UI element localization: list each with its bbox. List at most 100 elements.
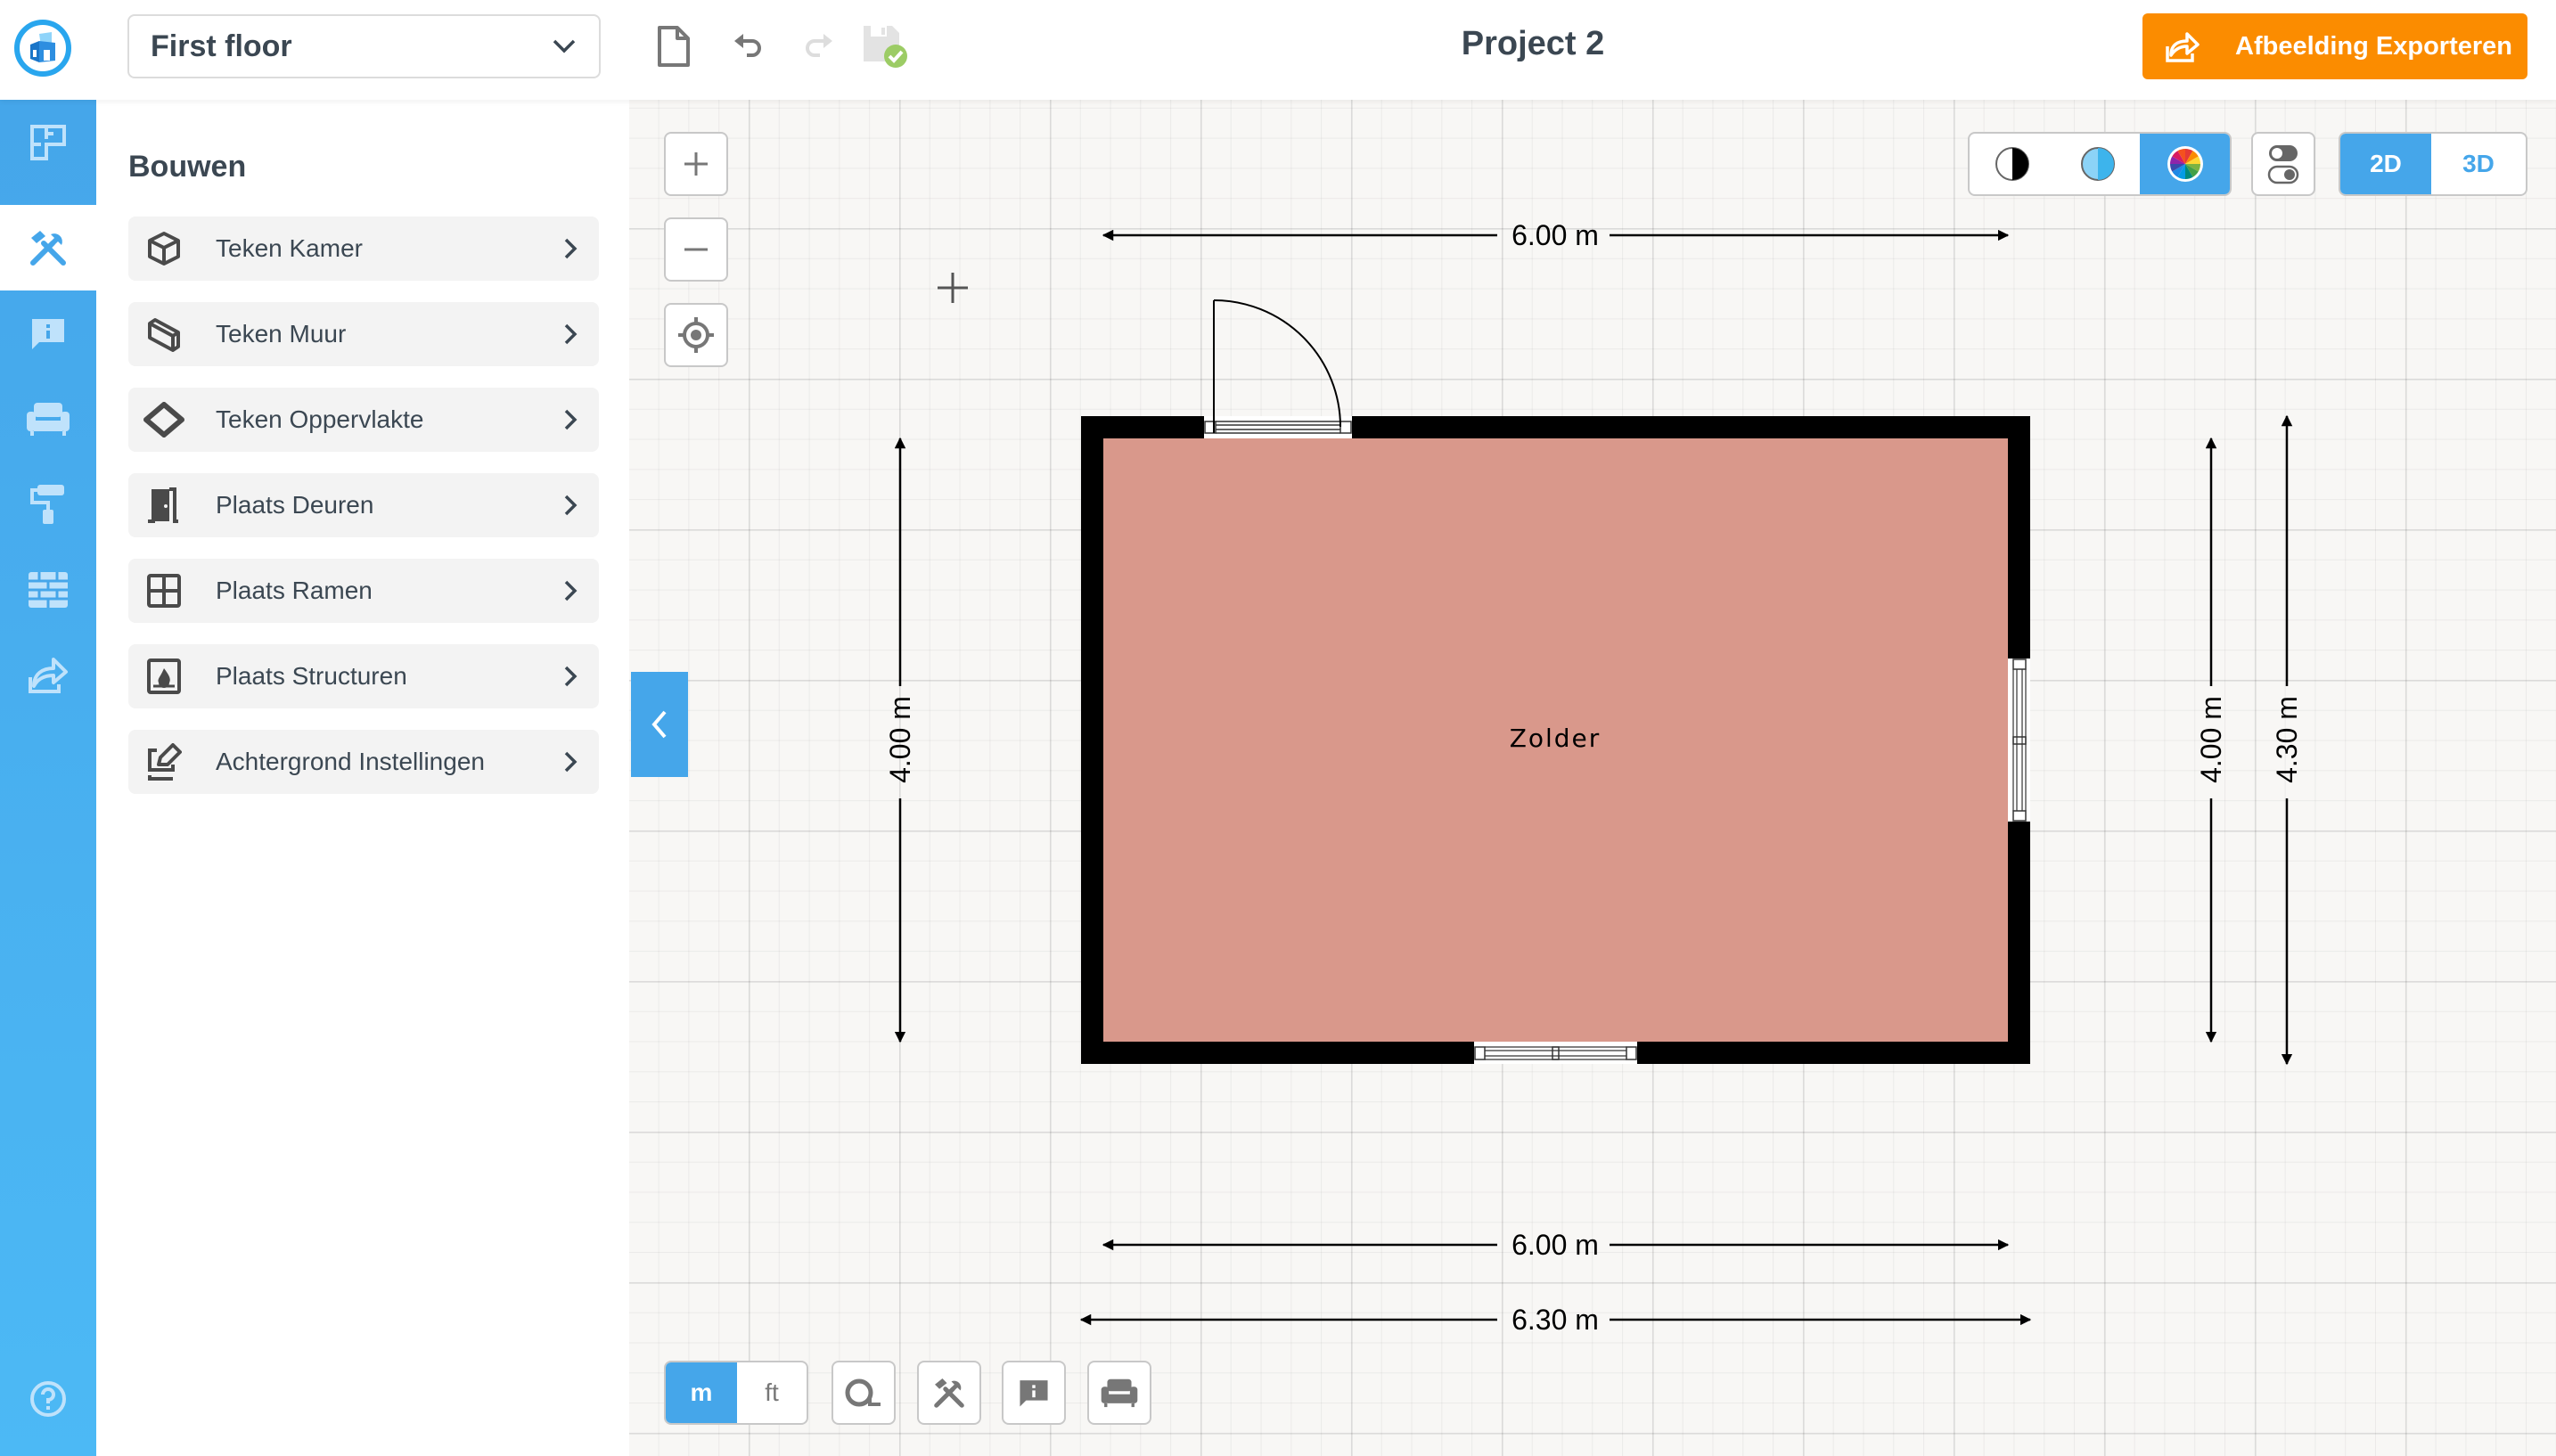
view-mode-2d-label: 2D — [2370, 150, 2402, 177]
chevron-right-icon — [563, 579, 578, 602]
zoom-in-button[interactable] — [664, 132, 728, 196]
view-mode-toggle: 2D 3D — [2339, 132, 2527, 196]
dimension-bottom-outer-label: 6.30 m — [1511, 1304, 1599, 1336]
menu-item-draw-room[interactable]: Teken Kamer — [128, 217, 599, 281]
chevron-right-icon — [563, 750, 578, 773]
view-mode-3d-label: 3D — [2462, 150, 2495, 177]
share-icon — [29, 658, 68, 693]
chevron-right-icon — [563, 665, 578, 688]
floorplan-drawing: Zolder 6.00 m 6.00 m 6.30 m 4.00 m 4.00 … — [884, 219, 2303, 1336]
color-mode-blue[interactable] — [2055, 134, 2141, 194]
collapse-panel-button[interactable] — [631, 672, 688, 777]
unit-meters[interactable]: m — [666, 1362, 737, 1423]
menu-item-label: Plaats Structuren — [216, 662, 407, 690]
chevron-right-icon — [563, 408, 578, 431]
window-right[interactable] — [2008, 658, 2030, 822]
menu-item-place-doors[interactable]: Plaats Deuren — [128, 473, 599, 537]
help-icon — [30, 1381, 66, 1417]
chevron-right-icon — [563, 494, 578, 517]
help-button[interactable] — [0, 1356, 96, 1442]
tools-icon — [934, 1378, 964, 1408]
new-file-button[interactable] — [649, 21, 699, 71]
unit-meters-label: m — [690, 1378, 713, 1406]
zoom-out-button[interactable] — [664, 217, 728, 282]
rail-item-floorplan[interactable] — [0, 100, 96, 185]
unit-feet[interactable]: ft — [737, 1362, 807, 1423]
dimension-top: 6.00 m — [1102, 219, 2010, 251]
info-bubble-icon — [1020, 1380, 1048, 1407]
rail-item-furniture[interactable] — [0, 376, 96, 462]
view-mode-3d[interactable]: 3D — [2431, 134, 2526, 194]
tape-measure-icon — [845, 1378, 881, 1407]
redo-icon — [806, 34, 832, 57]
layer-toggle-button[interactable] — [2251, 132, 2315, 196]
unit-feet-label: ft — [765, 1378, 779, 1406]
menu-item-label: Teken Oppervlakte — [216, 405, 424, 433]
center-view-button[interactable] — [664, 303, 728, 367]
menu-item-label: Teken Kamer — [216, 234, 363, 262]
export-image-button[interactable]: Afbeelding Exporteren — [2142, 13, 2527, 79]
view-mode-2d[interactable]: 2D — [2340, 134, 2431, 194]
dimension-left: 4.00 m — [884, 437, 916, 1043]
sofa-icon — [27, 403, 70, 436]
unit-toggle: m ft — [664, 1361, 808, 1425]
color-mode-color[interactable] — [2140, 134, 2230, 194]
plus-icon — [684, 152, 708, 176]
app-logo[interactable] — [14, 20, 71, 77]
menu-item-label: Plaats Ramen — [216, 577, 373, 604]
panel-title: Bouwen — [128, 150, 247, 184]
dimension-right-inner-label: 4.00 m — [2195, 696, 2227, 783]
rail-item-export[interactable] — [0, 633, 96, 718]
color-wheel-icon — [2167, 146, 2203, 182]
undo-icon — [734, 34, 761, 57]
room-label[interactable]: Zolder — [1510, 724, 1602, 753]
top-bar: First floor Project 2 Afbeelding Exporte… — [0, 0, 2556, 100]
rail-item-materials[interactable] — [0, 547, 96, 633]
minus-icon — [684, 248, 708, 251]
window-bottom[interactable] — [1474, 1042, 1637, 1064]
cube-icon — [143, 231, 185, 266]
floor-select[interactable]: First floor — [127, 14, 601, 78]
dimension-right-outer-label: 4.30 m — [2271, 696, 2303, 783]
cursor-crosshair — [938, 273, 968, 303]
sofa-icon — [1101, 1378, 1138, 1408]
house-logo-icon — [30, 32, 55, 62]
project-title[interactable]: Project 2 — [1355, 25, 1711, 63]
crosshair-target-icon — [678, 317, 714, 353]
menu-item-background-settings[interactable]: Achtergrond Instellingen — [128, 730, 599, 794]
surface-diamond-icon — [143, 402, 185, 438]
chevron-right-icon — [563, 323, 578, 346]
blue-tone-icon — [2080, 147, 2115, 181]
share-icon — [2164, 29, 2200, 64]
rail-item-build[interactable] — [0, 205, 96, 290]
door[interactable] — [1204, 299, 1352, 438]
menu-item-place-windows[interactable]: Plaats Ramen — [128, 559, 599, 623]
menu-item-draw-wall[interactable]: Teken Muur — [128, 302, 599, 366]
window-icon — [143, 573, 185, 609]
floorplan-canvas[interactable]: Zolder 6.00 m 6.00 m 6.30 m 4.00 m 4.00 … — [629, 100, 2556, 1456]
menu-item-label: Plaats Deuren — [216, 491, 374, 519]
rail-item-paint[interactable] — [0, 462, 96, 547]
undo-button[interactable] — [724, 21, 774, 71]
toggle-switch-icon — [2267, 145, 2299, 184]
chevron-down-icon — [553, 39, 576, 53]
chevron-left-icon — [651, 710, 667, 739]
rail-item-info[interactable] — [0, 290, 96, 376]
info-button[interactable] — [1002, 1361, 1066, 1425]
save-button[interactable] — [859, 21, 909, 71]
redo-button[interactable] — [793, 21, 843, 71]
menu-item-label: Achtergrond Instellingen — [216, 748, 485, 775]
build-panel: Bouwen Teken Kamer Teken Muur Teken Oppe… — [96, 100, 629, 1456]
measure-button[interactable] — [832, 1361, 896, 1425]
color-mode-black-white[interactable] — [1970, 134, 2055, 194]
file-icon — [658, 26, 690, 67]
furniture-button[interactable] — [1087, 1361, 1151, 1425]
brick-wall-icon — [29, 572, 68, 608]
door-icon — [143, 487, 185, 524]
menu-item-draw-surface[interactable]: Teken Oppervlakte — [128, 388, 599, 452]
wall-block-icon — [143, 316, 185, 352]
background-edit-icon — [143, 743, 185, 781]
tools-button[interactable] — [917, 1361, 981, 1425]
menu-item-place-structures[interactable]: Plaats Structuren — [128, 644, 599, 708]
floor-select-value: First floor — [151, 29, 292, 63]
